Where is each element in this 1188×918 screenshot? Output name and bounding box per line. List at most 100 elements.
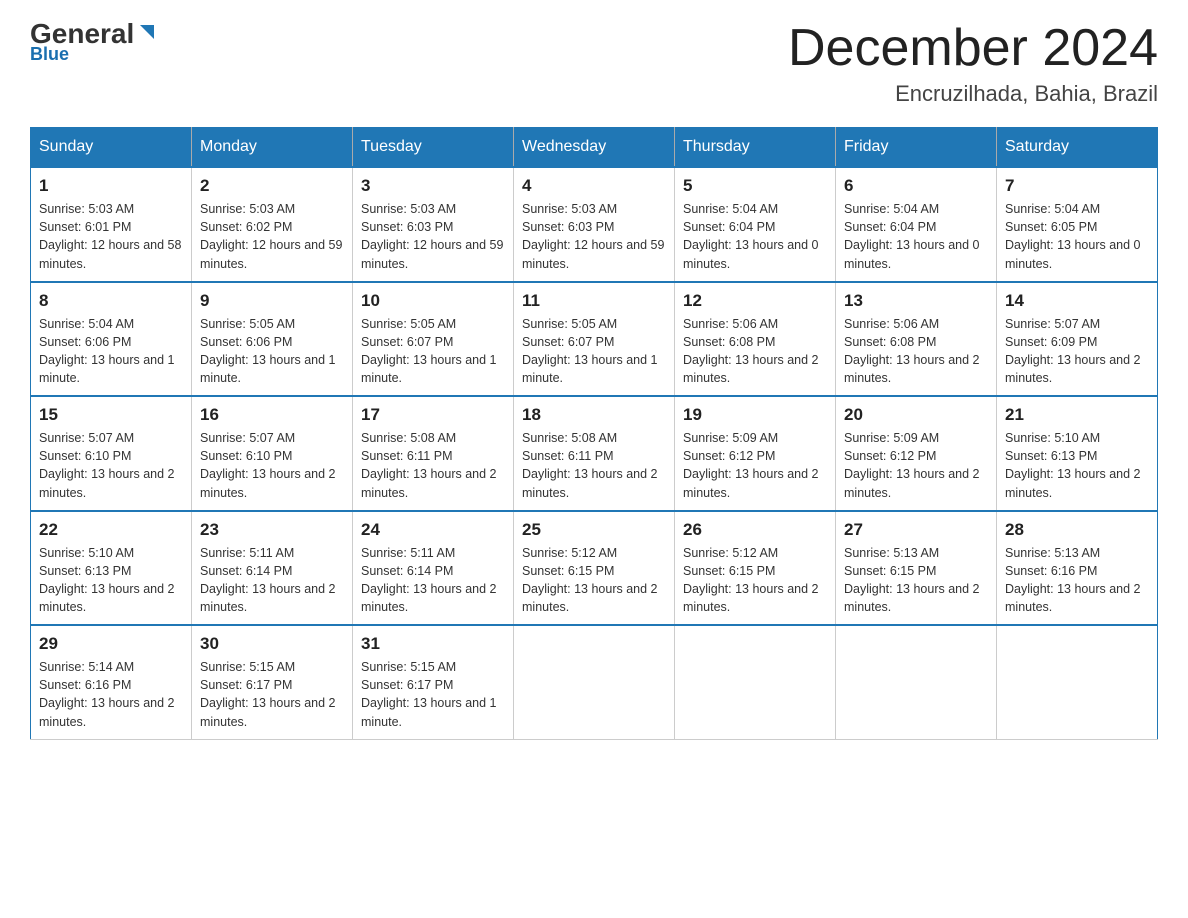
- calendar-cell: 1 Sunrise: 5:03 AM Sunset: 6:01 PM Dayli…: [31, 167, 192, 282]
- day-number: 5: [683, 176, 827, 196]
- calendar-cell: 7 Sunrise: 5:04 AM Sunset: 6:05 PM Dayli…: [997, 167, 1158, 282]
- day-info: Sunrise: 5:05 AM Sunset: 6:07 PM Dayligh…: [522, 315, 666, 388]
- calendar-cell: 19 Sunrise: 5:09 AM Sunset: 6:12 PM Dayl…: [675, 396, 836, 511]
- day-info: Sunrise: 5:10 AM Sunset: 6:13 PM Dayligh…: [1005, 429, 1149, 502]
- header-tuesday: Tuesday: [353, 128, 514, 168]
- calendar-cell: 27 Sunrise: 5:13 AM Sunset: 6:15 PM Dayl…: [836, 511, 997, 626]
- page-header: General Blue December 2024 Encruzilhada,…: [30, 20, 1158, 107]
- calendar-header-row: SundayMondayTuesdayWednesdayThursdayFrid…: [31, 128, 1158, 168]
- day-number: 6: [844, 176, 988, 196]
- header-thursday: Thursday: [675, 128, 836, 168]
- day-info: Sunrise: 5:09 AM Sunset: 6:12 PM Dayligh…: [844, 429, 988, 502]
- day-info: Sunrise: 5:07 AM Sunset: 6:10 PM Dayligh…: [200, 429, 344, 502]
- week-row-2: 8 Sunrise: 5:04 AM Sunset: 6:06 PM Dayli…: [31, 282, 1158, 397]
- day-info: Sunrise: 5:06 AM Sunset: 6:08 PM Dayligh…: [844, 315, 988, 388]
- day-number: 15: [39, 405, 183, 425]
- week-row-5: 29 Sunrise: 5:14 AM Sunset: 6:16 PM Dayl…: [31, 625, 1158, 739]
- day-number: 18: [522, 405, 666, 425]
- day-info: Sunrise: 5:13 AM Sunset: 6:16 PM Dayligh…: [1005, 544, 1149, 617]
- location-subtitle: Encruzilhada, Bahia, Brazil: [788, 81, 1158, 107]
- calendar-table: SundayMondayTuesdayWednesdayThursdayFrid…: [30, 127, 1158, 740]
- calendar-cell: 26 Sunrise: 5:12 AM Sunset: 6:15 PM Dayl…: [675, 511, 836, 626]
- day-info: Sunrise: 5:11 AM Sunset: 6:14 PM Dayligh…: [200, 544, 344, 617]
- calendar-cell: 28 Sunrise: 5:13 AM Sunset: 6:16 PM Dayl…: [997, 511, 1158, 626]
- day-number: 28: [1005, 520, 1149, 540]
- day-info: Sunrise: 5:04 AM Sunset: 6:04 PM Dayligh…: [683, 200, 827, 273]
- calendar-cell: 18 Sunrise: 5:08 AM Sunset: 6:11 PM Dayl…: [514, 396, 675, 511]
- day-number: 20: [844, 405, 988, 425]
- calendar-cell: 12 Sunrise: 5:06 AM Sunset: 6:08 PM Dayl…: [675, 282, 836, 397]
- calendar-cell: [836, 625, 997, 739]
- day-number: 1: [39, 176, 183, 196]
- day-number: 7: [1005, 176, 1149, 196]
- day-number: 11: [522, 291, 666, 311]
- day-info: Sunrise: 5:13 AM Sunset: 6:15 PM Dayligh…: [844, 544, 988, 617]
- day-info: Sunrise: 5:04 AM Sunset: 6:04 PM Dayligh…: [844, 200, 988, 273]
- day-info: Sunrise: 5:05 AM Sunset: 6:06 PM Dayligh…: [200, 315, 344, 388]
- calendar-cell: 13 Sunrise: 5:06 AM Sunset: 6:08 PM Dayl…: [836, 282, 997, 397]
- week-row-4: 22 Sunrise: 5:10 AM Sunset: 6:13 PM Dayl…: [31, 511, 1158, 626]
- calendar-cell: 15 Sunrise: 5:07 AM Sunset: 6:10 PM Dayl…: [31, 396, 192, 511]
- month-title: December 2024: [788, 20, 1158, 77]
- header-friday: Friday: [836, 128, 997, 168]
- day-number: 30: [200, 634, 344, 654]
- day-number: 3: [361, 176, 505, 196]
- day-number: 19: [683, 405, 827, 425]
- calendar-cell: 24 Sunrise: 5:11 AM Sunset: 6:14 PM Dayl…: [353, 511, 514, 626]
- day-info: Sunrise: 5:07 AM Sunset: 6:09 PM Dayligh…: [1005, 315, 1149, 388]
- calendar-cell: 10 Sunrise: 5:05 AM Sunset: 6:07 PM Dayl…: [353, 282, 514, 397]
- day-number: 9: [200, 291, 344, 311]
- day-number: 29: [39, 634, 183, 654]
- day-number: 26: [683, 520, 827, 540]
- day-number: 14: [1005, 291, 1149, 311]
- calendar-cell: 14 Sunrise: 5:07 AM Sunset: 6:09 PM Dayl…: [997, 282, 1158, 397]
- day-number: 24: [361, 520, 505, 540]
- calendar-cell: 21 Sunrise: 5:10 AM Sunset: 6:13 PM Dayl…: [997, 396, 1158, 511]
- calendar-cell: 23 Sunrise: 5:11 AM Sunset: 6:14 PM Dayl…: [192, 511, 353, 626]
- title-area: December 2024 Encruzilhada, Bahia, Brazi…: [788, 20, 1158, 107]
- day-info: Sunrise: 5:03 AM Sunset: 6:01 PM Dayligh…: [39, 200, 183, 273]
- day-info: Sunrise: 5:03 AM Sunset: 6:03 PM Dayligh…: [361, 200, 505, 273]
- day-number: 8: [39, 291, 183, 311]
- day-number: 25: [522, 520, 666, 540]
- header-monday: Monday: [192, 128, 353, 168]
- calendar-cell: 8 Sunrise: 5:04 AM Sunset: 6:06 PM Dayli…: [31, 282, 192, 397]
- day-number: 12: [683, 291, 827, 311]
- day-info: Sunrise: 5:04 AM Sunset: 6:05 PM Dayligh…: [1005, 200, 1149, 273]
- calendar-cell: 6 Sunrise: 5:04 AM Sunset: 6:04 PM Dayli…: [836, 167, 997, 282]
- day-info: Sunrise: 5:15 AM Sunset: 6:17 PM Dayligh…: [361, 658, 505, 731]
- calendar-cell: 16 Sunrise: 5:07 AM Sunset: 6:10 PM Dayl…: [192, 396, 353, 511]
- day-number: 17: [361, 405, 505, 425]
- calendar-cell: 2 Sunrise: 5:03 AM Sunset: 6:02 PM Dayli…: [192, 167, 353, 282]
- day-number: 31: [361, 634, 505, 654]
- day-info: Sunrise: 5:08 AM Sunset: 6:11 PM Dayligh…: [522, 429, 666, 502]
- day-info: Sunrise: 5:11 AM Sunset: 6:14 PM Dayligh…: [361, 544, 505, 617]
- calendar-cell: 3 Sunrise: 5:03 AM Sunset: 6:03 PM Dayli…: [353, 167, 514, 282]
- day-info: Sunrise: 5:10 AM Sunset: 6:13 PM Dayligh…: [39, 544, 183, 617]
- calendar-cell: 25 Sunrise: 5:12 AM Sunset: 6:15 PM Dayl…: [514, 511, 675, 626]
- day-number: 16: [200, 405, 344, 425]
- header-wednesday: Wednesday: [514, 128, 675, 168]
- day-info: Sunrise: 5:04 AM Sunset: 6:06 PM Dayligh…: [39, 315, 183, 388]
- day-number: 23: [200, 520, 344, 540]
- day-info: Sunrise: 5:12 AM Sunset: 6:15 PM Dayligh…: [683, 544, 827, 617]
- calendar-cell: 31 Sunrise: 5:15 AM Sunset: 6:17 PM Dayl…: [353, 625, 514, 739]
- day-info: Sunrise: 5:07 AM Sunset: 6:10 PM Dayligh…: [39, 429, 183, 502]
- calendar-cell: 17 Sunrise: 5:08 AM Sunset: 6:11 PM Dayl…: [353, 396, 514, 511]
- calendar-cell: 20 Sunrise: 5:09 AM Sunset: 6:12 PM Dayl…: [836, 396, 997, 511]
- calendar-cell: 4 Sunrise: 5:03 AM Sunset: 6:03 PM Dayli…: [514, 167, 675, 282]
- day-info: Sunrise: 5:03 AM Sunset: 6:02 PM Dayligh…: [200, 200, 344, 273]
- day-number: 27: [844, 520, 988, 540]
- calendar-cell: 29 Sunrise: 5:14 AM Sunset: 6:16 PM Dayl…: [31, 625, 192, 739]
- day-number: 2: [200, 176, 344, 196]
- day-number: 4: [522, 176, 666, 196]
- header-sunday: Sunday: [31, 128, 192, 168]
- calendar-cell: [997, 625, 1158, 739]
- calendar-cell: 5 Sunrise: 5:04 AM Sunset: 6:04 PM Dayli…: [675, 167, 836, 282]
- calendar-cell: 9 Sunrise: 5:05 AM Sunset: 6:06 PM Dayli…: [192, 282, 353, 397]
- day-number: 10: [361, 291, 505, 311]
- day-number: 22: [39, 520, 183, 540]
- logo-triangle-icon: [136, 21, 158, 43]
- day-info: Sunrise: 5:09 AM Sunset: 6:12 PM Dayligh…: [683, 429, 827, 502]
- calendar-cell: [675, 625, 836, 739]
